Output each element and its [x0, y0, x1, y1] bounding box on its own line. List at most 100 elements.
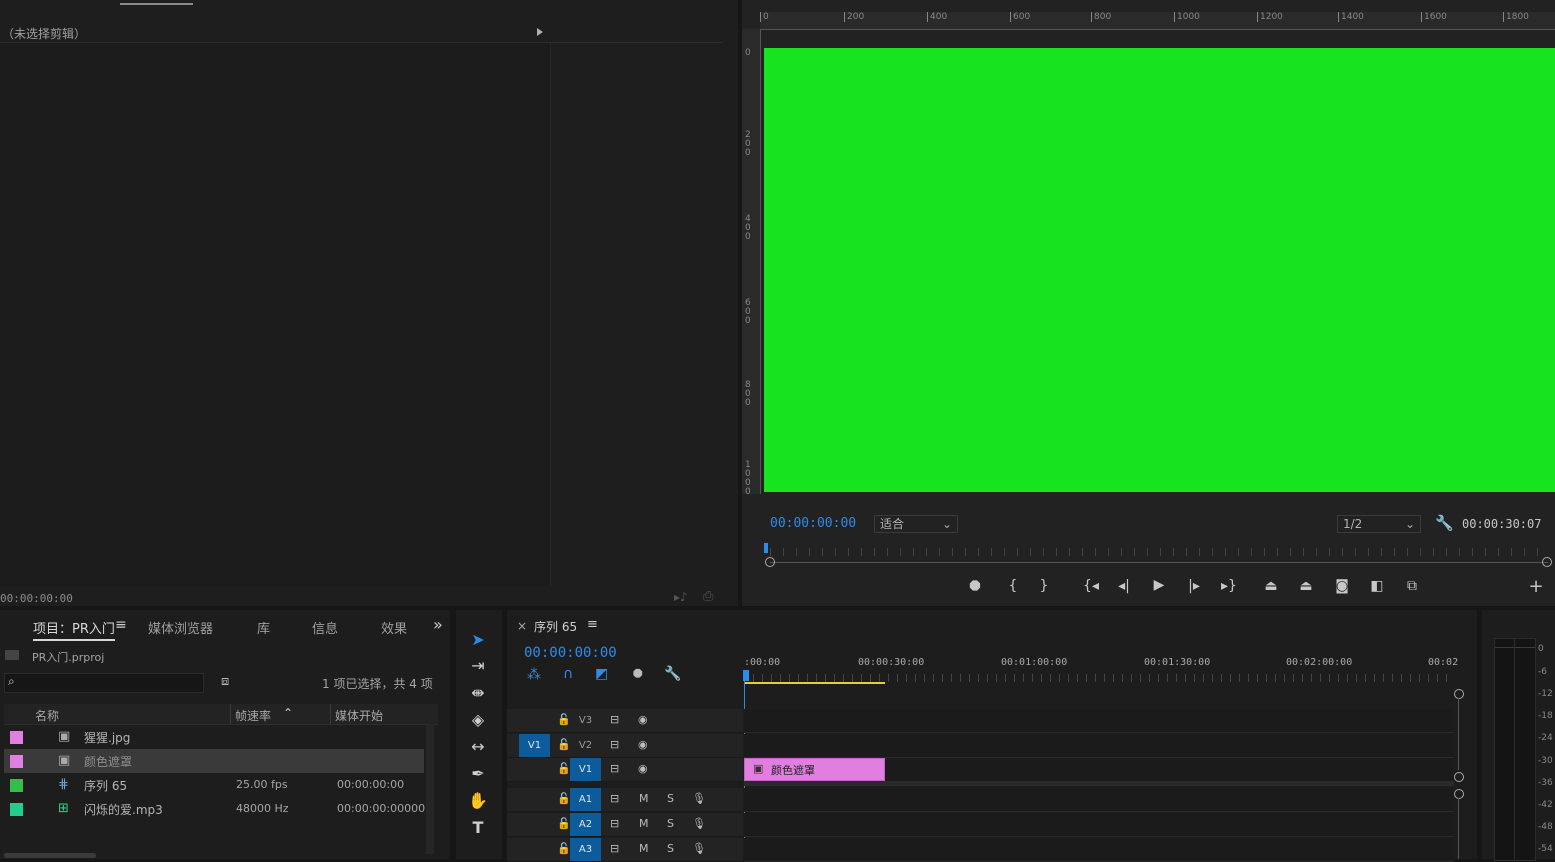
audio-scrollbar[interactable] — [1458, 798, 1459, 859]
scroll-handle-top[interactable] — [1454, 789, 1464, 799]
tab-effects[interactable]: 效果 — [381, 618, 407, 637]
column-start[interactable]: 媒体开始 — [335, 707, 383, 724]
track-label[interactable]: V2 — [570, 734, 601, 757]
list-item[interactable]: ▣ 猩猩.jpg — [4, 725, 424, 749]
horizontal-scrollbar[interactable] — [4, 853, 96, 858]
play-icon[interactable]: ▶ — [1148, 577, 1170, 593]
sync-lock-icon[interactable]: ⊟ — [610, 792, 619, 805]
eye-icon[interactable]: ◉ — [638, 762, 648, 775]
sort-ascending-icon[interactable]: ⌃ — [283, 706, 293, 720]
mute-button[interactable]: M — [639, 792, 649, 805]
solo-button[interactable]: S — [667, 817, 674, 830]
solo-button[interactable]: S — [667, 842, 674, 855]
playhead-marker[interactable] — [764, 543, 768, 553]
track-label[interactable]: A3 — [570, 838, 601, 861]
work-area-bar[interactable] — [744, 682, 885, 684]
clip-selector[interactable]: （未选择剪辑） — [0, 22, 552, 43]
track-divider[interactable] — [744, 782, 1454, 786]
timeline-timecode[interactable]: 00:00:00:00 — [524, 645, 617, 661]
column-name[interactable]: 名称 — [35, 707, 59, 724]
source-timecode[interactable]: 00:00:00:00 — [0, 592, 73, 605]
sync-lock-icon[interactable]: ⊟ — [610, 817, 619, 830]
close-icon[interactable]: × — [517, 619, 527, 633]
scroll-handle-top[interactable] — [1454, 689, 1464, 699]
mute-button[interactable]: M — [639, 817, 649, 830]
column-fps[interactable]: 帧速率 — [235, 707, 271, 724]
track-label[interactable]: V3 — [570, 709, 601, 732]
program-frame[interactable] — [764, 48, 1555, 492]
tab-media-browser[interactable]: 媒体浏览器 — [148, 618, 213, 637]
mark-in-icon[interactable]: { — [1002, 578, 1024, 594]
razor-icon[interactable]: ◈ — [466, 710, 490, 732]
export-frame-icon[interactable]: ◙ — [1331, 578, 1353, 594]
zoom-dropdown[interactable]: 适合 ⌄ — [874, 515, 958, 533]
resolution-dropdown[interactable]: 1/2 ⌄ — [1337, 515, 1421, 533]
wrench-icon[interactable]: 🔧 — [1435, 514, 1454, 532]
lock-icon[interactable]: 🔓 — [557, 842, 571, 855]
list-item[interactable]: ▣ 颜色遮罩 — [4, 749, 424, 773]
add-marker-icon[interactable]: ⯃ — [633, 667, 643, 682]
selection-tool-icon[interactable]: ➤ — [466, 630, 490, 652]
video-scrollbar[interactable] — [1458, 698, 1459, 770]
tab-info[interactable]: 信息 — [312, 618, 338, 637]
pen-icon[interactable]: ✒ — [466, 764, 490, 786]
tab-project[interactable]: 项目：PR入门 — [33, 618, 115, 641]
source-patch-v1[interactable]: V1 — [519, 734, 550, 757]
tab-library[interactable]: 库 — [257, 618, 270, 637]
new-bin-icon[interactable]: ⧈ — [221, 674, 229, 689]
track-lane[interactable] — [744, 838, 1454, 862]
track-lane[interactable] — [744, 709, 1454, 733]
lock-icon[interactable]: 🔓 — [557, 713, 571, 726]
lock-icon[interactable]: 🔓 — [557, 738, 571, 751]
insert-icon[interactable]: ⧉ — [1401, 578, 1423, 594]
track-lane[interactable] — [744, 788, 1454, 812]
zoom-handle-left[interactable] — [765, 557, 775, 567]
linked-selection-icon[interactable]: ◩ — [595, 666, 608, 682]
wrench-icon[interactable]: 🔧 — [664, 666, 681, 682]
time-ruler[interactable]: :00:00 00:00:30:00 00:01:00:00 00:01:30:… — [744, 650, 1458, 685]
label-color-swatch[interactable] — [10, 731, 23, 744]
eye-icon[interactable]: ◉ — [638, 713, 648, 726]
mute-button[interactable]: M — [639, 842, 649, 855]
track-label[interactable]: A1 — [570, 788, 601, 811]
lock-icon[interactable]: 🔓 — [557, 762, 571, 775]
hand-icon[interactable]: ✋ — [466, 791, 490, 813]
compare-icon[interactable]: ◧ — [1366, 578, 1388, 594]
zoom-handle-right[interactable] — [1542, 557, 1552, 567]
add-button-icon[interactable]: + — [1525, 576, 1547, 597]
track-select-icon[interactable]: ⇥ — [466, 656, 490, 678]
program-timecode[interactable]: 00:00:00:00 — [770, 516, 856, 531]
expand-arrow-icon[interactable] — [537, 28, 543, 36]
step-back-icon[interactable]: ◂| — [1113, 578, 1135, 594]
slip-icon[interactable]: ↔ — [466, 737, 490, 759]
extract-icon[interactable]: ⏏ — [1295, 578, 1317, 594]
solo-button[interactable]: S — [667, 792, 674, 805]
snap-icon[interactable]: ∩ — [563, 666, 573, 682]
track-label[interactable]: A2 — [570, 813, 601, 836]
mic-icon[interactable]: 🎙 — [692, 842, 706, 855]
label-color-swatch[interactable] — [10, 779, 23, 792]
scrollbar[interactable] — [426, 724, 434, 854]
eye-icon[interactable]: ◉ — [638, 738, 648, 751]
search-input[interactable]: ⌕ — [4, 673, 204, 693]
menu-icon[interactable]: ≡ — [115, 617, 127, 633]
sync-lock-icon[interactable]: ⊟ — [610, 713, 619, 726]
track-lane[interactable] — [744, 734, 1454, 758]
lock-icon[interactable]: 🔓 — [557, 792, 571, 805]
sync-lock-icon[interactable]: ⊟ — [610, 738, 619, 751]
lift-icon[interactable]: ⏏ — [1260, 578, 1282, 594]
sequence-tab[interactable]: 序列 65 — [534, 618, 577, 635]
label-color-swatch[interactable] — [10, 803, 23, 816]
step-forward-icon[interactable]: |▸ — [1183, 578, 1205, 594]
timeline-clip[interactable]: ▣ 颜色遮罩 — [744, 758, 885, 781]
more-tabs-icon[interactable]: » — [433, 615, 443, 634]
mic-icon[interactable]: 🎙 — [692, 817, 706, 830]
track-label[interactable]: V1 — [570, 758, 601, 781]
zoom-bar[interactable] — [770, 562, 1548, 563]
ripple-edit-icon[interactable]: ⇼ — [466, 683, 490, 705]
sync-lock-icon[interactable]: ⊟ — [610, 762, 619, 775]
type-icon[interactable]: T — [466, 818, 490, 840]
lock-icon[interactable]: 🔓 — [557, 817, 571, 830]
list-item[interactable]: ⋕ 序列 65 25.00 fps 00:00:00:00 — [4, 773, 424, 797]
menu-icon[interactable]: ≡ — [587, 617, 598, 632]
